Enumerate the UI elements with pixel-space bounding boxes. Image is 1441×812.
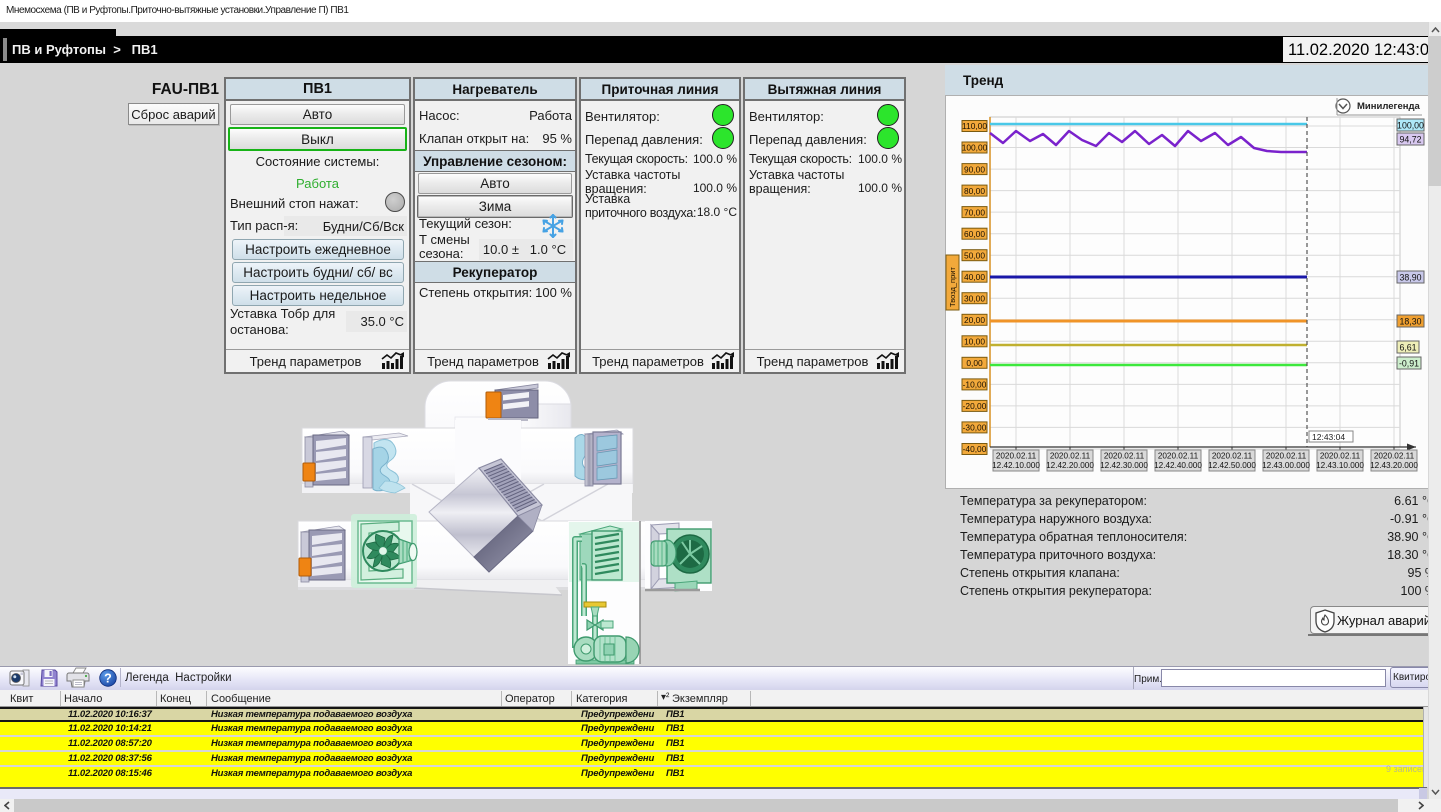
svg-text:12:43:04: 12:43:04 — [1312, 432, 1345, 442]
svg-text:2020.02.11: 2020.02.11 — [1320, 452, 1361, 461]
svg-text:94,72: 94,72 — [1399, 134, 1421, 144]
svg-text:110,00: 110,00 — [962, 121, 987, 131]
svg-text:2020.02.11: 2020.02.11 — [1104, 452, 1145, 461]
svg-text:20,00: 20,00 — [964, 315, 985, 325]
svg-text:2020.02.11: 2020.02.11 — [1050, 452, 1091, 461]
svg-text:12.43.10.000: 12.43.10.000 — [1316, 461, 1364, 470]
svg-text:-10,00: -10,00 — [963, 380, 987, 390]
svg-text:90,00: 90,00 — [964, 164, 985, 174]
svg-text:60,00: 60,00 — [964, 229, 985, 239]
svg-text:Минилегенда: Минилегенда — [1357, 101, 1421, 112]
svg-text:10,00: 10,00 — [964, 337, 985, 347]
svg-text:2020.02.11: 2020.02.11 — [1374, 452, 1415, 461]
svg-text:0,00: 0,00 — [966, 358, 983, 368]
svg-text:12.42.50.000: 12.42.50.000 — [1208, 461, 1256, 470]
svg-text:-40,00: -40,00 — [963, 444, 987, 454]
svg-text:Твозд_прит: Твозд_прит — [948, 267, 957, 307]
svg-text:2020.02.11: 2020.02.11 — [1158, 452, 1199, 461]
svg-text:2020.02.11: 2020.02.11 — [1266, 452, 1307, 461]
svg-text:12.43.00.000: 12.43.00.000 — [1262, 461, 1310, 470]
svg-text:100,00: 100,00 — [962, 143, 988, 153]
svg-text:?: ? — [104, 672, 112, 686]
svg-text:12.43.20.000: 12.43.20.000 — [1370, 461, 1418, 470]
svg-text:30,00: 30,00 — [964, 293, 985, 303]
svg-text:80,00: 80,00 — [964, 186, 985, 196]
svg-text:50,00: 50,00 — [964, 250, 985, 260]
svg-text:100,00: 100,00 — [1397, 120, 1424, 130]
svg-text:2020.02.11: 2020.02.11 — [1212, 452, 1253, 461]
svg-text:12.42.30.000: 12.42.30.000 — [1100, 461, 1148, 470]
svg-text:-30,00: -30,00 — [963, 423, 987, 433]
svg-text:70,00: 70,00 — [964, 207, 985, 217]
svg-text:12.42.40.000: 12.42.40.000 — [1154, 461, 1202, 470]
svg-text:12.42.20.000: 12.42.20.000 — [1046, 461, 1094, 470]
svg-text:40,00: 40,00 — [964, 272, 985, 282]
svg-text:-20,00: -20,00 — [963, 401, 987, 411]
svg-text:38,90: 38,90 — [1399, 272, 1421, 282]
svg-text:18,30: 18,30 — [1399, 316, 1421, 326]
svg-text:-0,91: -0,91 — [1399, 358, 1419, 368]
svg-text:2020.02.11: 2020.02.11 — [996, 452, 1037, 461]
svg-text:12.42.10.000: 12.42.10.000 — [992, 461, 1040, 470]
svg-text:6,61: 6,61 — [1399, 342, 1416, 352]
